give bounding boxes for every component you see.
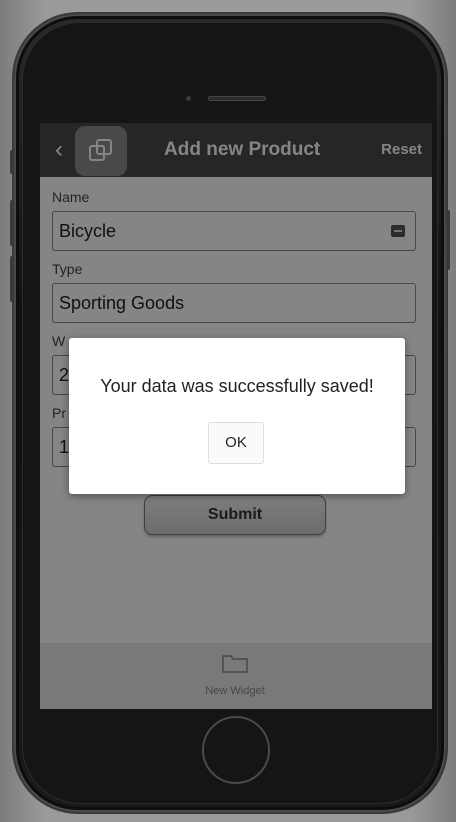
power-button: [446, 210, 450, 270]
app-screen: ‹ Add new Product Reset Name Bicycle Typ…: [40, 123, 432, 709]
earpiece-speaker: [208, 96, 266, 101]
volume-up-button: [10, 200, 14, 246]
volume-down-button: [10, 256, 14, 302]
home-button[interactable]: [202, 716, 270, 784]
success-dialog: Your data was successfully saved! OK: [69, 338, 405, 494]
dialog-message: Your data was successfully saved!: [100, 376, 374, 396]
mute-switch: [10, 150, 14, 174]
front-camera: [186, 96, 191, 101]
ok-button[interactable]: OK: [208, 422, 264, 464]
